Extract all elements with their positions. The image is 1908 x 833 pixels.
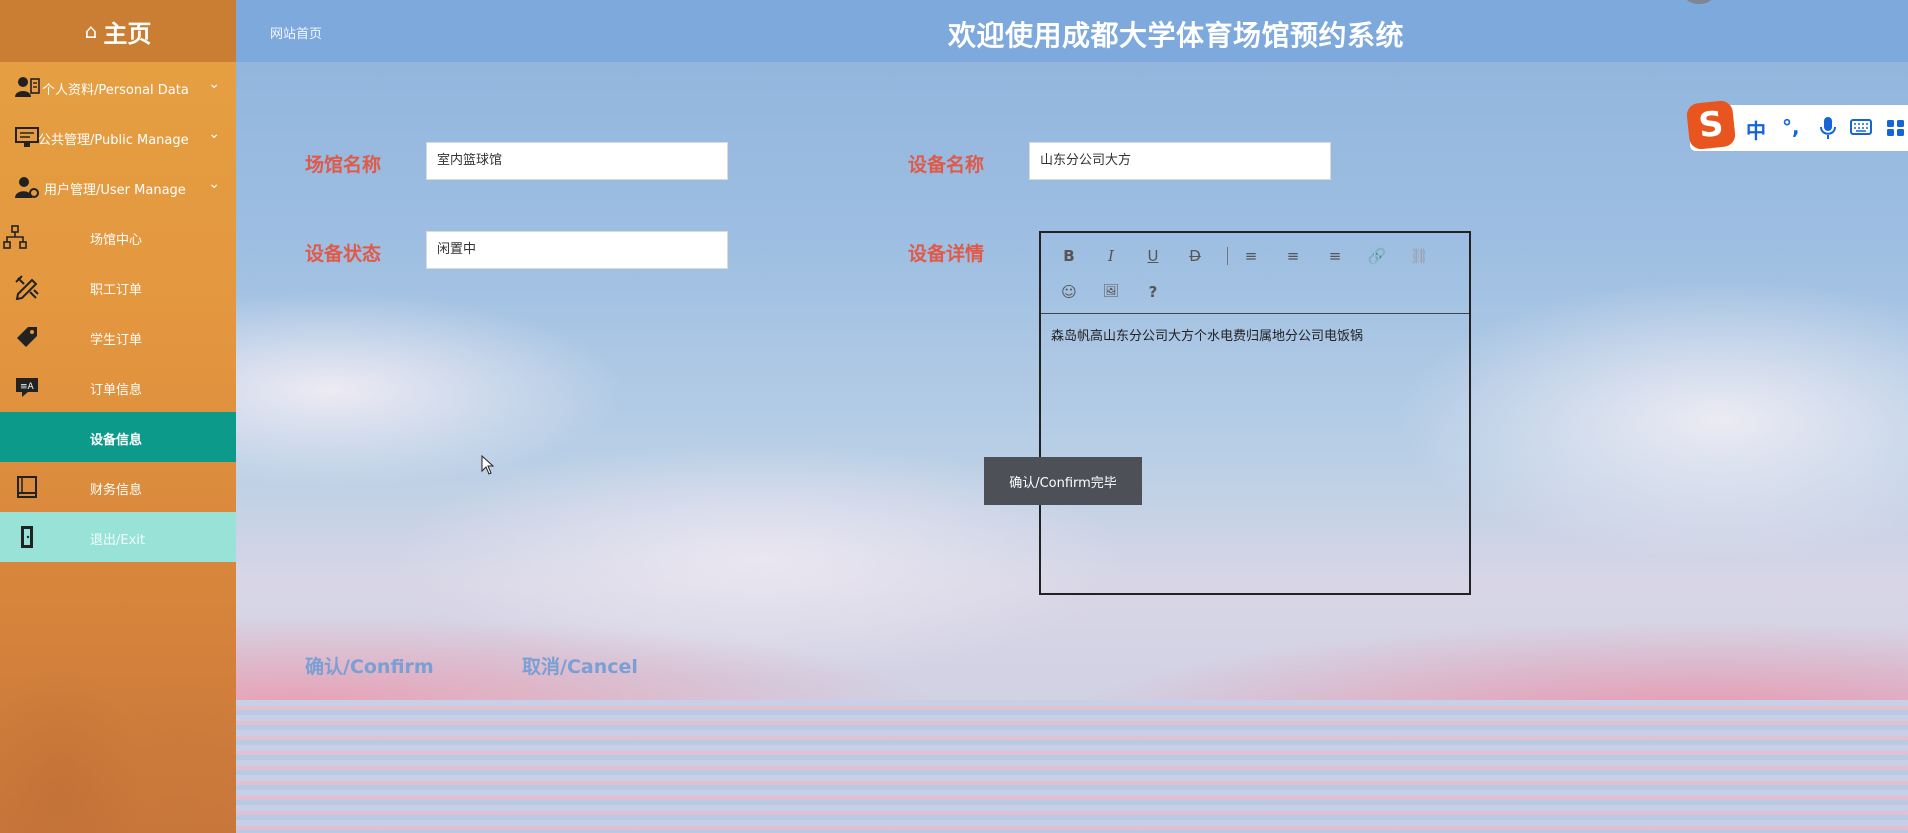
sidebar-item-exit[interactable]: 退出/Exit xyxy=(0,512,236,562)
sidebar-item-order-info[interactable]: ≡A 订单信息 xyxy=(0,362,236,412)
equipment-name-label: 设备名称 xyxy=(908,154,985,176)
mouse-cursor-icon xyxy=(481,455,495,475)
venue-name-label: 场馆名称 xyxy=(305,154,382,176)
italic-icon[interactable]: I xyxy=(1099,244,1123,268)
underline-icon[interactable]: U xyxy=(1141,244,1165,268)
grid-menu-icon[interactable] xyxy=(1886,119,1906,137)
sogou-logo-icon: S xyxy=(1685,99,1737,151)
sidebar-item-label: 学生订单 xyxy=(90,333,143,348)
sidebar-item-equipment-info[interactable]: 设备信息 xyxy=(0,412,236,462)
sidebar-item-label: 公共管理/Public Manage xyxy=(38,133,189,148)
emoji-icon[interactable]: ☺ xyxy=(1057,280,1081,304)
sidebar-item-label: 用户管理/User Manage xyxy=(44,183,186,198)
image-icon[interactable]: 🖼 xyxy=(1099,280,1123,304)
success-toast: 确认/Confirm完毕 xyxy=(984,457,1142,505)
user-card-icon xyxy=(15,77,40,97)
svg-text:≡A: ≡A xyxy=(20,382,35,392)
sidebar-item-personal-data[interactable]: 个人资料/Personal Data ⌄ xyxy=(0,62,236,112)
keyboard-icon[interactable] xyxy=(1850,119,1872,135)
ime-toolbar[interactable]: S 中 °, xyxy=(1685,99,1908,151)
sidebar-item-label: 场馆中心 xyxy=(90,233,143,248)
monitor-icon xyxy=(15,127,39,147)
home-icon: ⌂ xyxy=(84,19,98,43)
venue-name-input[interactable]: 室内篮球馆 xyxy=(426,142,728,180)
book-icon xyxy=(17,476,37,498)
chevron-down-icon: ⌄ xyxy=(208,76,220,92)
pencil-ruler-icon xyxy=(15,275,39,300)
sidebar-item-label: 退出/Exit xyxy=(90,533,145,548)
background-hills xyxy=(0,560,1908,700)
link-icon[interactable]: 🔗 xyxy=(1365,244,1389,268)
sidebar-item-venue-center[interactable]: 场馆中心 xyxy=(0,212,236,262)
sidebar-background-art xyxy=(0,533,236,833)
sitemap-icon xyxy=(3,225,27,249)
background-water xyxy=(0,700,1908,833)
equipment-status-label: 设备状态 xyxy=(305,243,382,265)
editor-content[interactable]: 森岛帆高山东分公司大方个水电费归属地分公司电饭锅 xyxy=(1051,325,1363,344)
user-avatar[interactable] xyxy=(1685,0,1713,4)
home-link[interactable]: ⌂ 主页 xyxy=(0,0,236,62)
sidebar-item-public-manage[interactable]: 公共管理/Public Manage ⌄ xyxy=(0,112,236,162)
sidebar: ⌂ 主页 个人资料/Personal Data ⌄ 公共管理/Public Ma… xyxy=(0,0,236,833)
user-gear-icon xyxy=(15,177,39,198)
align-right-icon[interactable]: ≡ xyxy=(1323,244,1347,268)
sidebar-item-user-manage[interactable]: 用户管理/User Manage ⌄ xyxy=(0,162,236,212)
chevron-down-icon: ⌄ xyxy=(208,126,220,142)
strikethrough-icon[interactable]: D xyxy=(1183,244,1207,268)
site-home-link[interactable]: 网站首页 xyxy=(270,23,322,42)
home-label: 主页 xyxy=(103,19,152,48)
chevron-down-icon: ⌄ xyxy=(208,176,220,192)
equipment-name-input[interactable]: 山东分公司大方 xyxy=(1029,142,1331,180)
top-header: 网站首页 欢迎使用成都大学体育场馆预约系统 xyxy=(0,0,1908,62)
ime-language-toggle[interactable]: 中 xyxy=(1746,115,1766,144)
align-left-icon[interactable]: ≡ xyxy=(1239,244,1263,268)
ime-punctuation-toggle[interactable]: °, xyxy=(1782,115,1800,139)
sidebar-item-label: 订单信息 xyxy=(90,383,143,398)
cancel-button[interactable]: 取消/Cancel xyxy=(522,652,638,679)
translate-icon: ≡A xyxy=(16,378,38,397)
tag-icon xyxy=(17,327,37,347)
equipment-detail-label: 设备详情 xyxy=(908,243,985,265)
align-center-icon[interactable]: ≡ xyxy=(1281,244,1305,268)
unlink-icon[interactable]: ⛓ xyxy=(1407,244,1431,268)
sidebar-item-label: 个人资料/Personal Data xyxy=(42,83,189,98)
sidebar-item-staff-orders[interactable]: 职工订单 xyxy=(0,262,236,312)
help-icon[interactable]: ? xyxy=(1141,280,1165,304)
background-scene xyxy=(0,0,1908,833)
toolbar-divider xyxy=(1227,247,1228,265)
rich-text-editor[interactable]: B I U D ≡ ≡ ≡ 🔗 ⛓ ☺ 🖼 ? 森岛帆高山东分公司大方个水电费归… xyxy=(1039,231,1471,595)
equipment-status-input[interactable]: 闲置中 xyxy=(426,231,728,269)
page-title: 欢迎使用成都大学体育场馆预约系统 xyxy=(948,19,1405,52)
bold-icon[interactable]: B xyxy=(1057,244,1081,268)
sidebar-item-finance-info[interactable]: 财务信息 xyxy=(0,462,236,512)
microphone-icon[interactable] xyxy=(1820,116,1836,140)
door-icon xyxy=(21,526,33,548)
confirm-button[interactable]: 确认/Confirm xyxy=(305,652,434,679)
sidebar-item-label: 财务信息 xyxy=(90,483,143,498)
sidebar-item-student-orders[interactable]: 学生订单 xyxy=(0,312,236,362)
sidebar-item-label: 职工订单 xyxy=(90,283,143,298)
sidebar-item-label: 设备信息 xyxy=(90,433,143,448)
editor-toolbar: B I U D ≡ ≡ ≡ 🔗 ⛓ ☺ 🖼 ? xyxy=(1041,233,1469,314)
